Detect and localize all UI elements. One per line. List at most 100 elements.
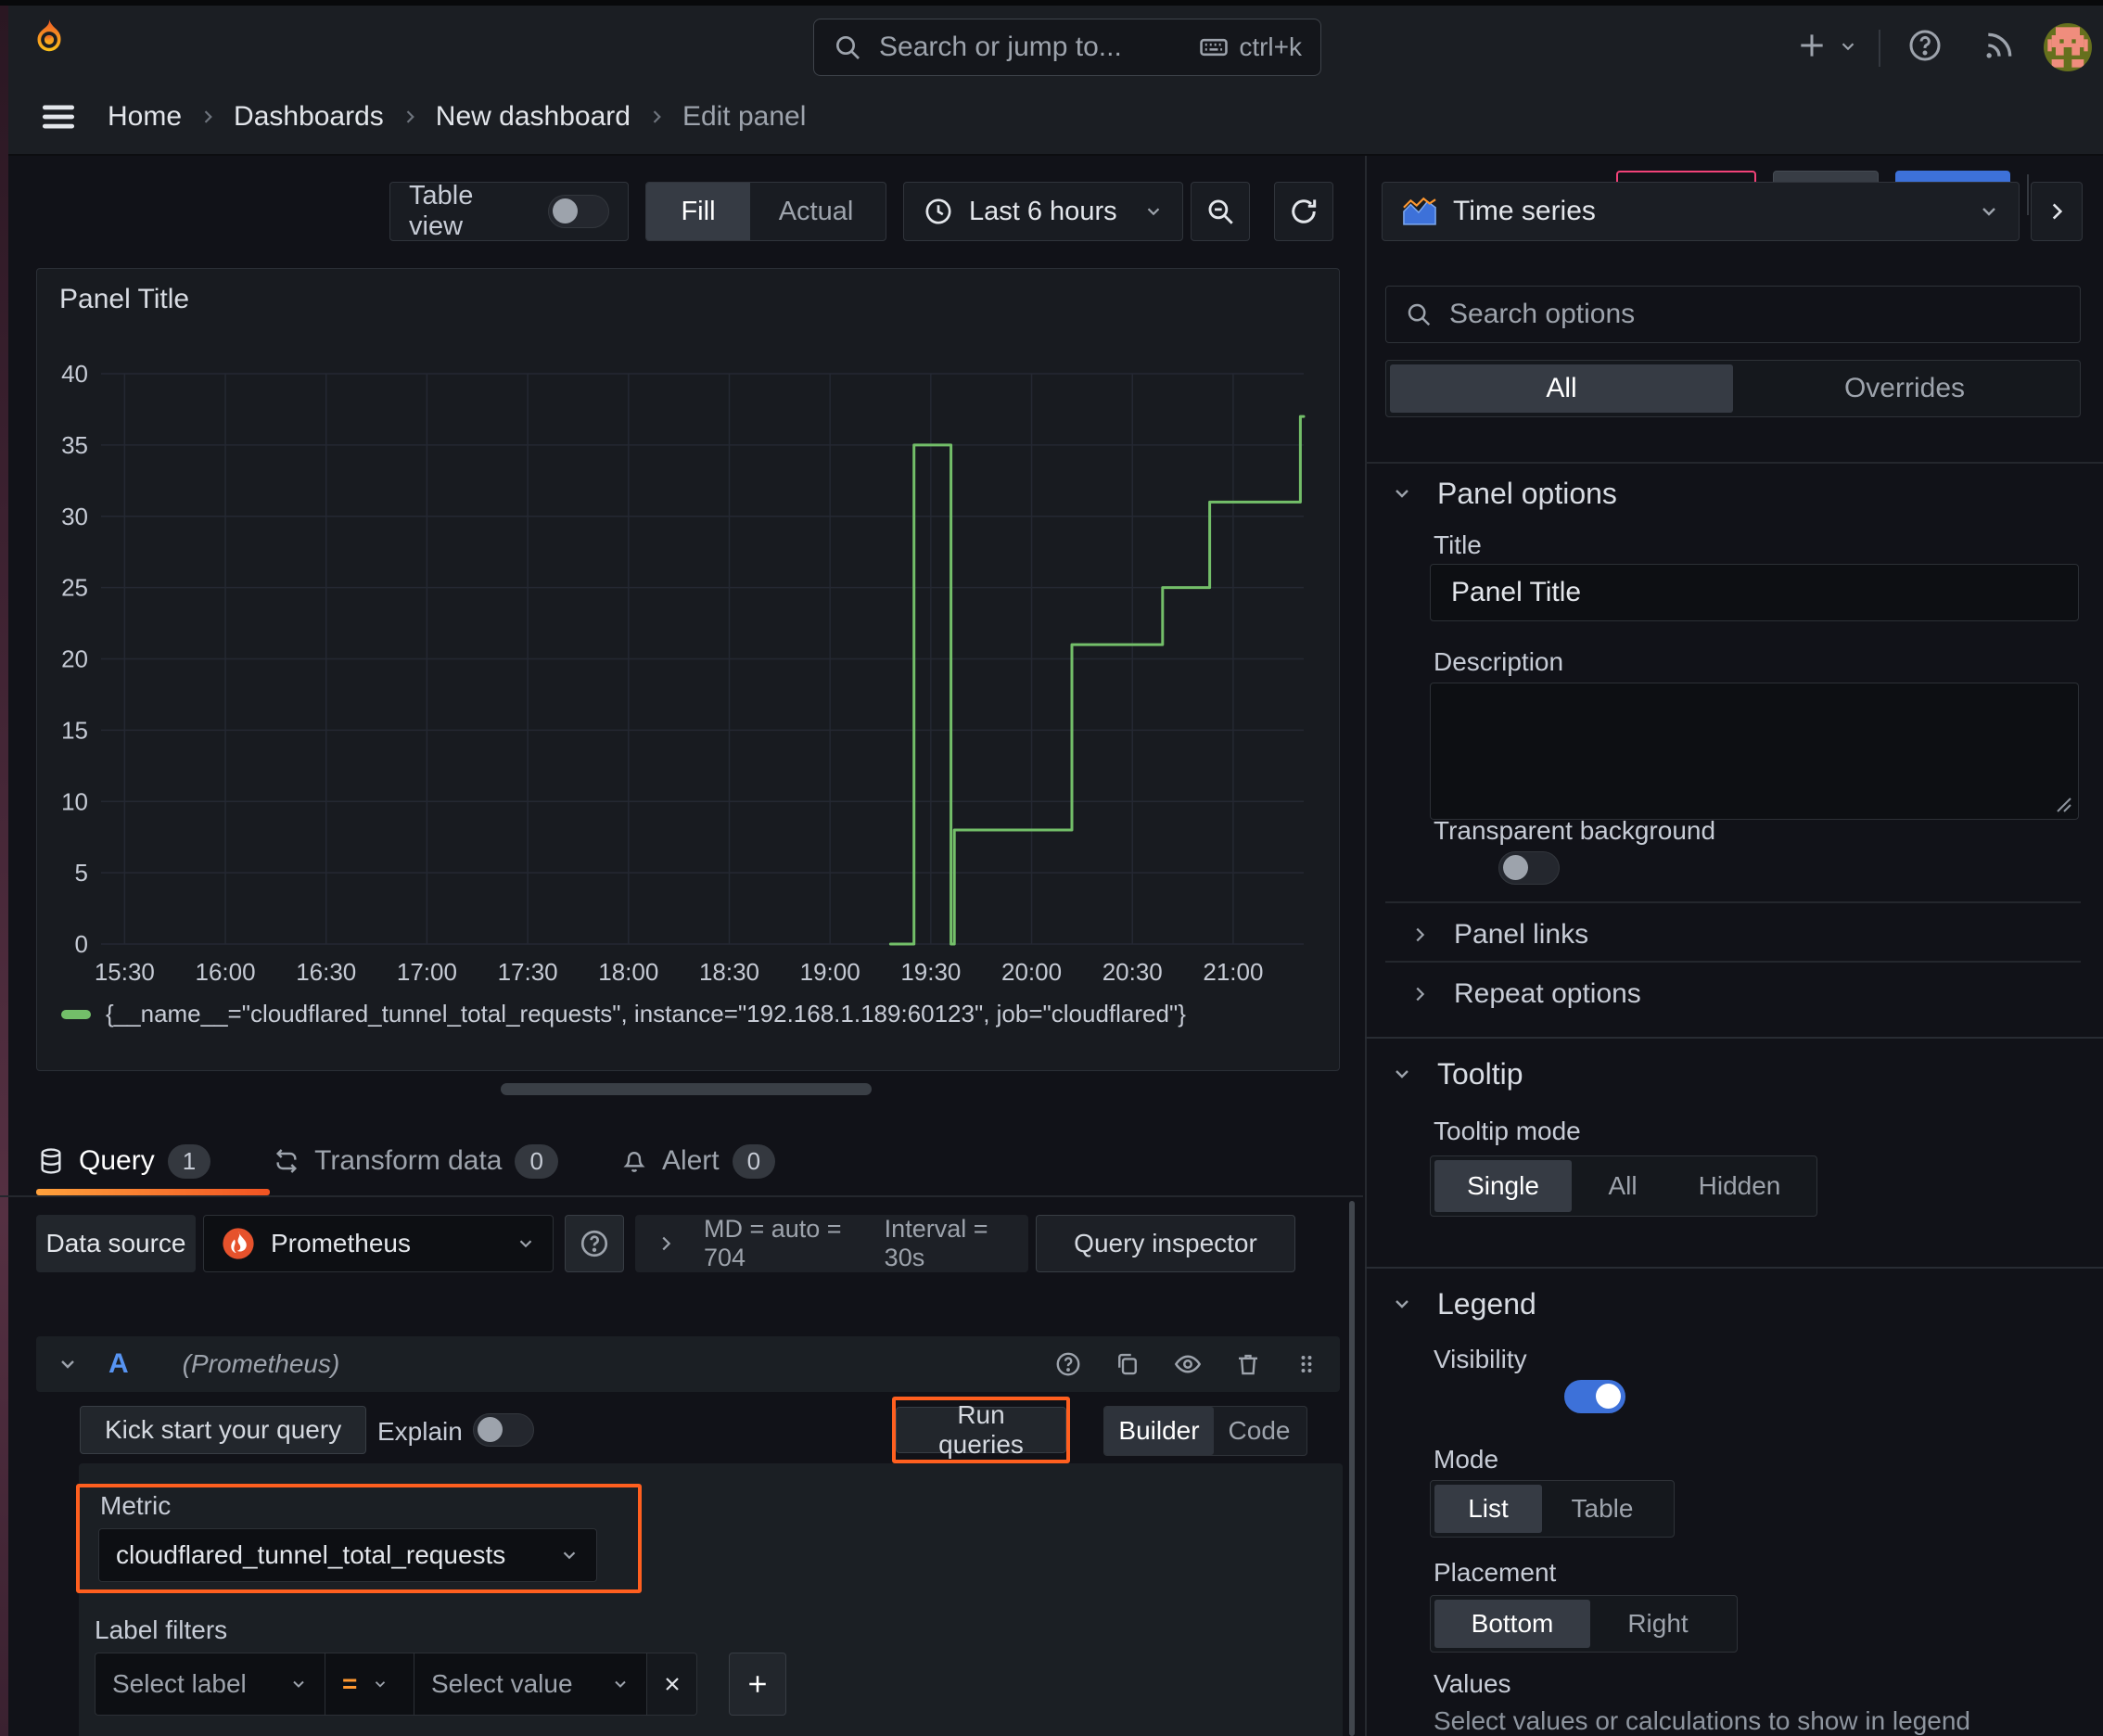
top-nav-bar: Search or jump to... ctrl+k	[0, 6, 2103, 78]
tooltip-header[interactable]: Tooltip	[1391, 1052, 1523, 1096]
topnav-divider	[1879, 30, 1880, 67]
zoom-out-button[interactable]	[1191, 182, 1250, 241]
explain-toggle[interactable]	[473, 1413, 534, 1447]
x-axis-tick: 19:30	[900, 958, 961, 986]
breadcrumb-chevron-icon	[401, 108, 419, 126]
metric-dropdown[interactable]: cloudflared_tunnel_total_requests	[98, 1528, 597, 1582]
tab-alert[interactable]: Alert 0	[619, 1133, 776, 1189]
legend-header[interactable]: Legend	[1391, 1282, 1536, 1326]
query-inspector-button[interactable]: Query inspector	[1036, 1215, 1295, 1272]
tab-query[interactable]: Query 1	[36, 1133, 211, 1189]
transform-icon	[272, 1146, 301, 1176]
legend-mode-list[interactable]: List	[1434, 1485, 1542, 1533]
add-new-chevron-down-icon[interactable]	[1838, 36, 1858, 57]
section-divider	[1365, 462, 2103, 464]
tab-overrides[interactable]: Overrides	[1733, 364, 2076, 413]
query-collapse-chevron-down-icon[interactable]	[57, 1353, 79, 1375]
pane-resize-handle[interactable]	[501, 1083, 872, 1095]
panel-title-input[interactable]	[1430, 564, 2079, 621]
plus-icon	[744, 1670, 771, 1698]
y-axis-tick: 20	[61, 645, 88, 673]
add-filter-button[interactable]	[729, 1653, 786, 1716]
query-pane-scrollbar[interactable]	[1349, 1201, 1355, 1736]
explain-label: Explain	[377, 1417, 463, 1446]
breadcrumb-dashboards[interactable]: Dashboards	[234, 101, 384, 133]
table-view-toggle[interactable]	[548, 195, 609, 228]
fill-option[interactable]: Fill	[646, 183, 750, 240]
tab-transform-data[interactable]: Transform data 0	[272, 1133, 558, 1189]
run-queries-button[interactable]: Run queries	[896, 1400, 1066, 1459]
description-textarea[interactable]	[1430, 683, 2079, 820]
tooltip-mode-all[interactable]: All	[1572, 1160, 1674, 1212]
tooltip-mode-label: Tooltip mode	[1434, 1117, 1581, 1145]
datasource-picker[interactable]: Prometheus	[203, 1215, 554, 1272]
x-axis-tick: 19:00	[800, 958, 860, 986]
help-icon[interactable]	[1906, 27, 1944, 64]
kick-start-query-button[interactable]: Kick start your query	[80, 1406, 367, 1454]
select-label-dropdown[interactable]: Select label	[95, 1653, 325, 1716]
tab-all[interactable]: All	[1390, 364, 1733, 413]
legend-values-label: Values	[1434, 1669, 1511, 1698]
global-search-input[interactable]: Search or jump to... ctrl+k	[813, 19, 1321, 76]
panel-preview: Panel Title 0 5 10 15 20 25 30 35 40 15:30 16:00 16…	[36, 268, 1340, 1071]
x-axis-tick: 21:00	[1203, 958, 1263, 986]
panel-options-header[interactable]: Panel options	[1391, 471, 1617, 516]
timeseries-chart[interactable]: 0 5 10 15 20 25 30 35 40 15:30 16:00 16:30 17:00 17:3…	[52, 334, 1326, 992]
builder-option[interactable]: Builder	[1104, 1407, 1214, 1455]
legend-mode-table[interactable]: Table	[1542, 1485, 1663, 1533]
resize-handle-icon[interactable]	[2054, 795, 2072, 813]
breadcrumb-home[interactable]: Home	[108, 101, 182, 133]
transparent-background-toggle[interactable]	[1498, 851, 1561, 885]
toggle-visibility-eye-icon[interactable]	[1173, 1349, 1203, 1379]
legend-series-label[interactable]: {__name__="cloudflared_tunnel_total_requ…	[106, 1000, 1186, 1028]
tooltip-mode-switch: Single All Hidden	[1430, 1155, 1817, 1217]
legend-placement-right[interactable]: Right	[1590, 1600, 1726, 1648]
search-options-input[interactable]: Search options	[1385, 286, 2081, 343]
x-axis-tick: 18:30	[699, 958, 759, 986]
time-range-chevron-down-icon	[1143, 201, 1164, 222]
search-placeholder: Search or jump to...	[879, 32, 1122, 62]
panel-links-section[interactable]: Panel links	[1409, 914, 1588, 955]
select-value-dropdown[interactable]: Select value	[414, 1653, 647, 1716]
operator-dropdown[interactable]: =	[325, 1653, 414, 1716]
metric-value: cloudflared_tunnel_total_requests	[116, 1540, 506, 1569]
prometheus-icon	[221, 1226, 256, 1261]
chevron-right-icon	[1409, 925, 1430, 945]
news-rss-icon[interactable]	[1981, 27, 2018, 64]
tooltip-mode-hidden[interactable]: Hidden	[1674, 1160, 1805, 1212]
refresh-button[interactable]	[1274, 182, 1333, 241]
legend-visibility-toggle[interactable]	[1563, 1380, 1625, 1413]
tab-transform-label: Transform data	[314, 1145, 503, 1176]
menu-hamburger-icon[interactable]	[37, 96, 80, 137]
drag-grip-icon[interactable]	[1294, 1350, 1319, 1378]
duplicate-query-icon[interactable]	[1114, 1350, 1141, 1378]
label-filter-row: Select label = Select value	[95, 1653, 786, 1716]
query-options-interval: Interval = 30s	[884, 1215, 988, 1271]
query-ref-id[interactable]: A	[108, 1348, 129, 1380]
legend-series-swatch[interactable]	[61, 1009, 91, 1019]
tab-transform-badge: 0	[515, 1143, 558, 1179]
collapse-options-pane-button[interactable]	[2031, 182, 2083, 241]
delete-query-trash-icon[interactable]	[1234, 1350, 1262, 1378]
remove-filter-button[interactable]	[647, 1653, 697, 1716]
tabs-divider	[0, 1195, 1363, 1197]
grafana-logo[interactable]	[28, 19, 70, 70]
add-new-button[interactable]	[1793, 27, 1830, 64]
actual-option[interactable]: Actual	[750, 183, 882, 240]
query-help-icon[interactable]	[1054, 1350, 1082, 1378]
tooltip-mode-single[interactable]: Single	[1434, 1160, 1572, 1212]
options-chevron-right-icon	[656, 1233, 676, 1254]
section-divider	[1365, 1267, 2103, 1269]
time-range-picker[interactable]: Last 6 hours	[903, 182, 1183, 241]
query-row-header: A (Prometheus)	[36, 1336, 1340, 1392]
breadcrumb-new-dashboard[interactable]: New dashboard	[436, 101, 631, 133]
repeat-options-section[interactable]: Repeat options	[1409, 974, 1641, 1015]
user-avatar[interactable]	[2044, 23, 2092, 71]
legend-placement-bottom[interactable]: Bottom	[1434, 1600, 1590, 1648]
viz-picker-chevron-down-icon	[1978, 200, 2000, 223]
query-options-collapsed[interactable]: MD = auto = 704 Interval = 30s	[635, 1215, 1028, 1272]
visualization-picker[interactable]: Time series	[1382, 182, 2020, 241]
code-option[interactable]: Code	[1214, 1407, 1305, 1455]
datasource-help-button[interactable]	[565, 1215, 624, 1272]
x-axis-tick: 15:30	[95, 958, 155, 986]
